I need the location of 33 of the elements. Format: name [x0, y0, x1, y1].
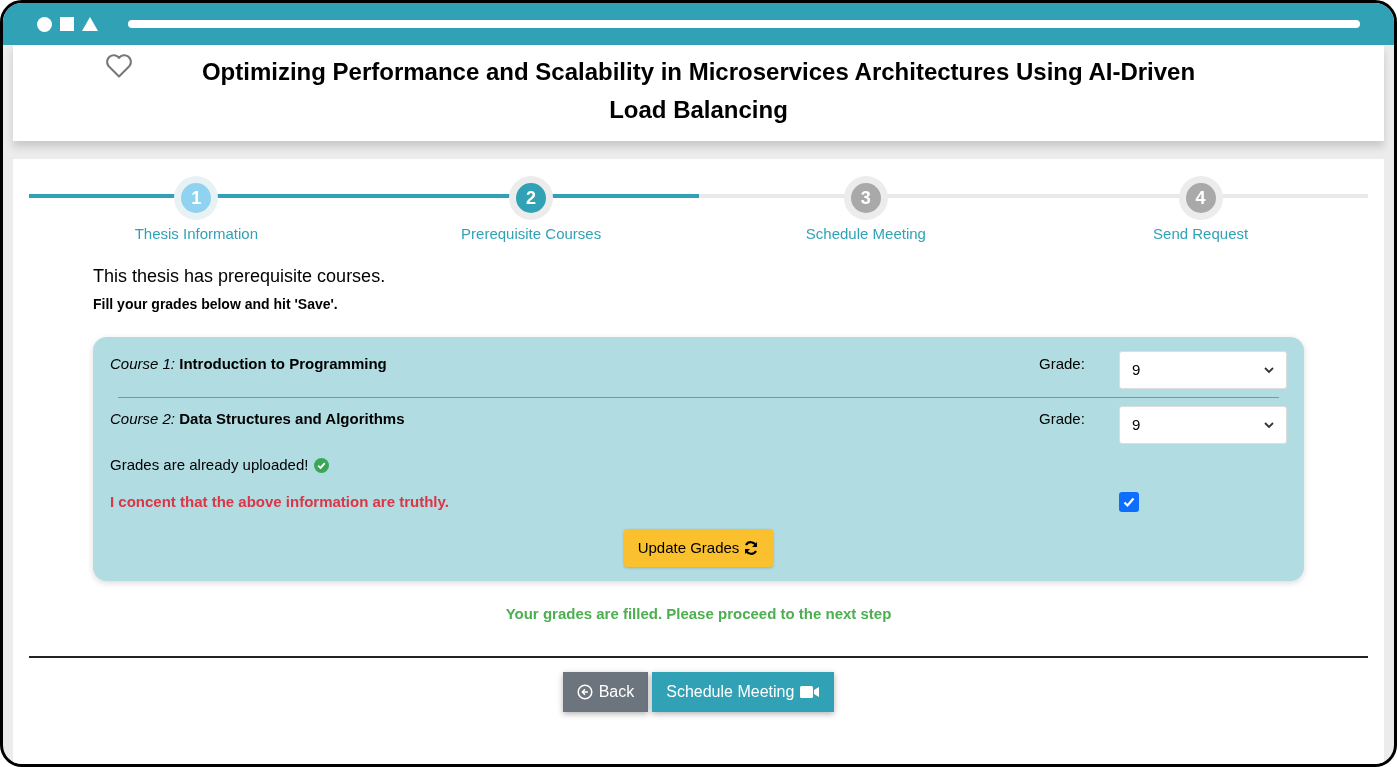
- section-heading: This thesis has prerequisite courses.: [93, 265, 387, 288]
- step-label[interactable]: Thesis Information: [134, 223, 259, 246]
- course-name: Course 2: Data Structures and Algorithms: [110, 409, 406, 429]
- step-label[interactable]: Send Request: [1153, 223, 1249, 246]
- consent-text: I concent that the above information are truthly.: [110, 491, 449, 512]
- uploaded-note: Grades are already uploaded!: [110, 455, 309, 475]
- chevron-down-icon: [1264, 421, 1274, 429]
- course-name: Course 1: Introduction to Programming: [110, 354, 388, 374]
- chevron-down-icon: [1264, 366, 1274, 374]
- circle-arrow-left-icon: [576, 683, 593, 700]
- step-number[interactable]: 4: [1185, 183, 1216, 213]
- video-camera-icon: [800, 684, 821, 699]
- grade-select[interactable]: 9: [1119, 351, 1287, 389]
- check-circle-icon: [314, 457, 330, 473]
- back-button[interactable]: Back: [562, 671, 649, 712]
- refresh-icon: [743, 540, 760, 556]
- step-label[interactable]: Prerequisite Courses: [461, 223, 602, 246]
- schedule-meeting-button[interactable]: Schedule Meeting: [652, 671, 835, 712]
- grade-label: Grade:: [1039, 409, 1086, 429]
- square-icon: [60, 17, 74, 31]
- heart-icon[interactable]: [105, 53, 133, 79]
- triangle-icon: [82, 17, 98, 31]
- update-grades-button[interactable]: Update Grades: [623, 529, 774, 567]
- thesis-title: Optimizing Performance and Scalability in Microservices Architectures Using AI-Driven Load Balancing: [200, 57, 1197, 125]
- grade-select[interactable]: 9: [1119, 406, 1287, 444]
- status-message: Your grades are filled. Please proceed to the next step: [504, 604, 893, 624]
- consent-checkbox[interactable]: [1119, 491, 1139, 512]
- instruction-text: Fill your grades below and hit 'Save'.: [93, 295, 339, 314]
- grade-label: Grade:: [1039, 354, 1086, 374]
- step-number[interactable]: 1: [181, 183, 212, 213]
- step-number[interactable]: 3: [850, 183, 881, 213]
- step-label[interactable]: Schedule Meeting: [805, 223, 926, 246]
- step-number[interactable]: 2: [516, 183, 547, 213]
